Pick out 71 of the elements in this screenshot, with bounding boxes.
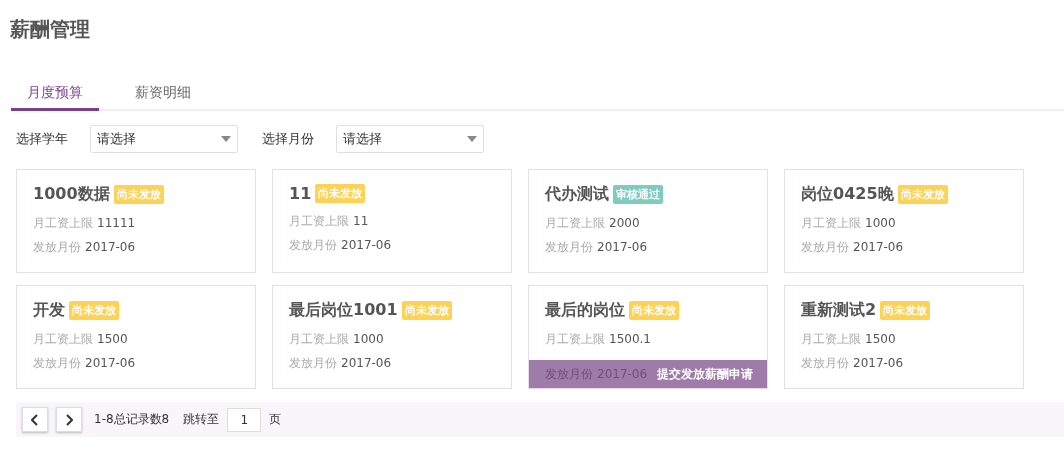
jump-label: 跳转至 (183, 411, 220, 428)
field-label: 月工资上限 (33, 330, 93, 348)
status-tag: 尚未发放 (629, 301, 679, 320)
tab[interactable]: 月度预算 (11, 77, 99, 111)
field-value: 1500.1 (609, 332, 651, 346)
card-title: 最后岗位1001 (289, 300, 398, 321)
chevron-right-icon (65, 413, 73, 426)
field-value: 2000 (609, 216, 640, 230)
status-tag: 尚未发放 (401, 301, 452, 320)
status-tag: 尚未发放 (69, 301, 119, 320)
field-value: 2017-06 (341, 238, 392, 252)
field-label: 发放月份 (801, 354, 849, 372)
status-tag: 尚未发放 (897, 185, 948, 204)
field-label: 发放月份 (289, 354, 337, 372)
dropdown[interactable]: 请选择 (90, 125, 238, 153)
caret-icon (467, 136, 477, 142)
next-page-button[interactable] (56, 407, 82, 432)
card-title: 岗位0425晚 (801, 184, 894, 205)
status-tag: 审核通过 (613, 185, 663, 204)
dropdown[interactable]: 请选择 (336, 125, 484, 153)
status-tag: 尚未发放 (880, 301, 931, 320)
previous-page-button[interactable] (22, 407, 48, 432)
field-label: 月工资上限 (289, 330, 349, 348)
field-value: 1000 (353, 332, 384, 346)
field-value: 11 (353, 214, 369, 228)
field-label: 月工资上限 (801, 330, 861, 348)
caret-icon (221, 136, 231, 142)
filter-label: 选择学年 (16, 130, 69, 148)
field-value: 2017-06 (85, 240, 136, 254)
field-label: 发放月份 (545, 238, 593, 256)
field-label: 发放月份 (289, 236, 337, 254)
submit-link[interactable]: 提交发放薪酬申请 (657, 365, 753, 383)
filter-label: 选择月份 (262, 130, 315, 148)
card-title: 1000数据 (33, 184, 110, 205)
field-label: 月工资上限 (33, 214, 93, 232)
field-value: 1500 (865, 332, 896, 346)
record-summary: 1-8总记录数8 (94, 411, 170, 428)
budget-card[interactable]: 重新测试2 尚未发放 月工资上限 1500 发放月份 2017-06 (784, 285, 1024, 389)
page-input[interactable]: 1 (227, 407, 262, 432)
field-value: 2017-06 (85, 356, 136, 370)
card-title: 11 (289, 184, 312, 203)
budget-card[interactable]: 代办测试 审核通过 月工资上限 2000 发放月份 2017-06 (528, 169, 768, 273)
card-title: 最后的岗位 (545, 300, 625, 321)
field-value: 2017-06 (597, 240, 648, 254)
card-title: 代办测试 (545, 184, 609, 205)
status-tag: 尚未发放 (113, 185, 164, 204)
field-label: 月工资上限 (289, 212, 349, 230)
card-title: 开发 (33, 300, 65, 321)
field-value: 2017-06 (341, 356, 392, 370)
field-label: 发放月份 (33, 354, 81, 372)
field-label: 月工资上限 (545, 330, 605, 348)
budget-card[interactable]: 11 尚未发放 月工资上限 11 发放月份 2017-06 (272, 169, 512, 273)
field-label: 月工资上限 (801, 214, 861, 232)
page-unit: 页 (269, 411, 282, 428)
field-label: 发放月份 (801, 238, 849, 256)
budget-card[interactable]: 最后岗位1001 尚未发放 月工资上限 1000 发放月份 2017-06 (272, 285, 512, 389)
field-label: 发放月份 (33, 238, 81, 256)
field-label: 月工资上限 (545, 214, 605, 232)
budget-card[interactable]: 1000数据 尚未发放 月工资上限 11111 发放月份 2017-06 (16, 169, 256, 273)
budget-card[interactable]: 岗位0425晚 尚未发放 月工资上限 1000 发放月份 2017-06 (784, 169, 1024, 273)
field-value: 1500 (97, 332, 128, 346)
status-tag: 尚未发放 (315, 184, 366, 203)
chevron-left-icon (31, 413, 39, 426)
page-title: 薪酬管理 (10, 16, 90, 43)
field-value: 2017-06 (853, 240, 904, 254)
tab[interactable]: 薪资明细 (119, 77, 207, 111)
card-title: 重新测试2 (801, 300, 877, 321)
field-value: 11111 (97, 216, 136, 230)
field-value: 2017-06 (853, 356, 904, 370)
budget-card[interactable]: 开发 尚未发放 月工资上限 1500 发放月份 2017-06 (16, 285, 256, 389)
field-value: 1000 (865, 216, 896, 230)
